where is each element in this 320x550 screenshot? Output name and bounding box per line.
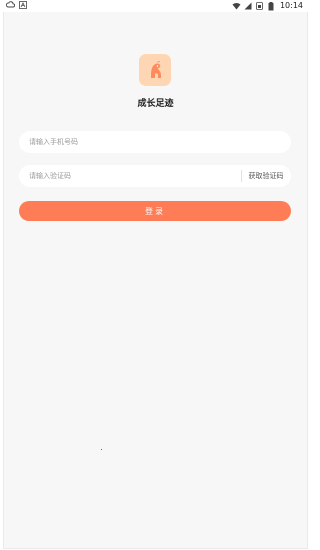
login-button[interactable]: 登录	[19, 201, 291, 221]
a-icon	[19, 1, 27, 9]
get-code-button[interactable]: 获取验证码	[245, 165, 287, 187]
verification-code-input[interactable]	[29, 165, 229, 187]
wifi-icon	[232, 2, 241, 10]
sim-icon	[256, 2, 264, 10]
elephant-icon	[151, 61, 161, 78]
cloud-icon	[5, 1, 15, 9]
app-logo	[139, 54, 171, 86]
phone-field	[19, 131, 291, 153]
status-time: 10:14	[279, 1, 303, 10]
battery-icon	[268, 2, 276, 11]
status-bar-left	[5, 1, 27, 9]
phone-input[interactable]	[29, 131, 279, 153]
app-title: 成长足迹	[137, 99, 174, 109]
device-screen: 10:14 成长足迹 获取验证码 登录	[0, 0, 309, 550]
status-bar: 10:14	[0, 0, 309, 12]
verification-code-field: 获取验证码	[19, 165, 291, 187]
field-divider	[241, 170, 242, 182]
signal-icon	[244, 2, 252, 10]
stray-dot	[101, 449, 102, 450]
login-page: 成长足迹 获取验证码 登录	[3, 12, 308, 549]
status-bar-right: 10:14	[232, 1, 303, 11]
